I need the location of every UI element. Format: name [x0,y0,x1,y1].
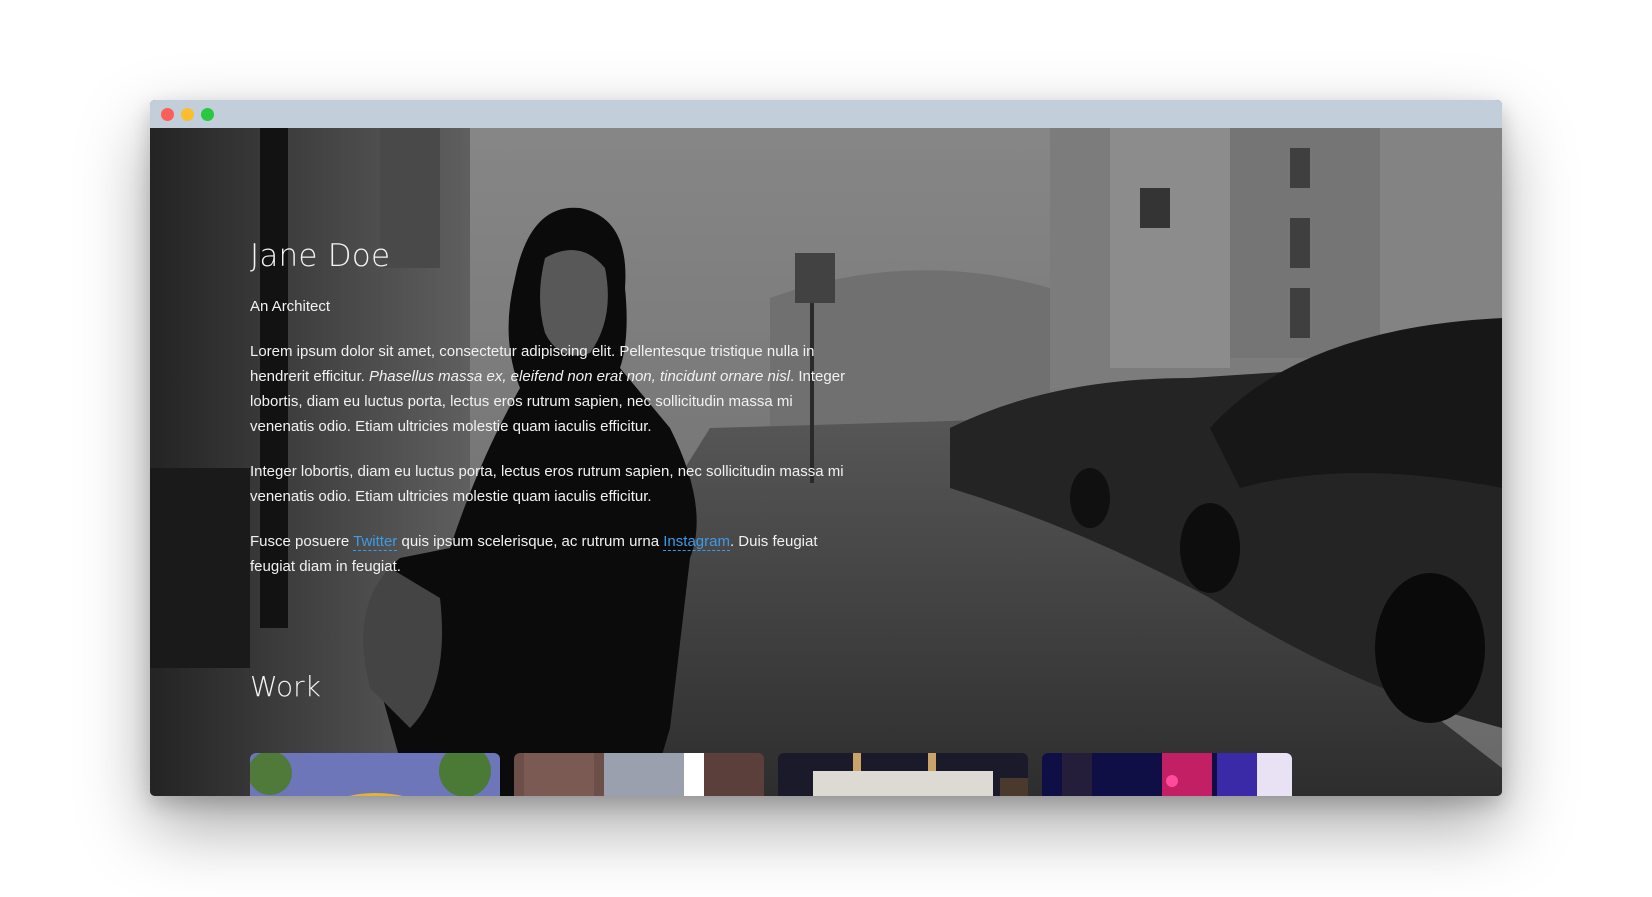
window-titlebar [150,100,1502,128]
twitter-link[interactable]: Twitter [353,533,398,551]
intro-paragraph: Lorem ipsum dolor sit amet, consectetur … [250,339,860,439]
intro-italic-text: Phasellus massa ex, eleifend non erat no… [368,368,791,385]
links-text-a: Fusce posuere [250,533,354,550]
page-viewport: Jane Doe An Architect Lorem ipsum dolor … [150,128,1502,796]
page-title: Jane Doe [250,238,391,274]
links-text-b: quis ipsum scelerisque, ac rutrum urna [397,533,664,550]
work-thumbnail-city-towers[interactable] [514,753,764,796]
work-thumbnail-neon-street[interactable] [1042,753,1292,796]
hero-content: Jane Doe An Architect Lorem ipsum dolor … [250,238,870,599]
minimize-dot[interactable] [181,108,194,121]
browser-window: Jane Doe An Architect Lorem ipsum dolor … [150,100,1502,796]
instagram-link[interactable]: Instagram [663,533,730,551]
close-dot[interactable] [161,108,174,121]
second-paragraph: Integer lobortis, diam eu luctus porta, … [250,463,844,505]
maximize-dot[interactable] [201,108,214,121]
work-section-title: Work [250,670,321,703]
links-paragraph: Fusce posuere Twitter quis ipsum sceleri… [250,529,860,579]
work-thumbnail-architecture-dome[interactable] [250,753,500,796]
subtitle-role: An Architect [250,298,331,315]
work-thumbnail-concrete-interior[interactable] [778,753,1028,796]
